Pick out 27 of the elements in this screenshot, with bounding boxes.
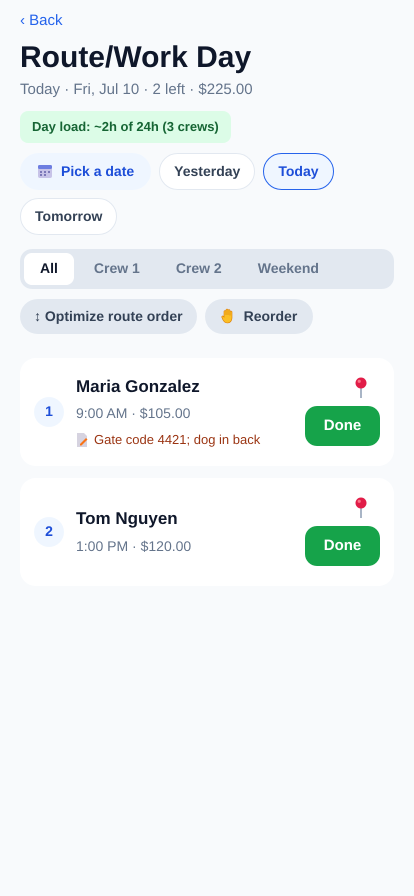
day-button[interactable]: Today xyxy=(263,152,334,190)
crew-tab[interactable]: Crew 1 xyxy=(78,252,156,284)
customer-name: Maria Gonzalez xyxy=(76,376,201,398)
day-button[interactable]: Yesterday xyxy=(159,152,256,190)
customer-name: Tom Nguyen xyxy=(76,508,179,530)
done-button[interactable]: Done xyxy=(305,406,380,446)
pin-icon xyxy=(354,497,368,518)
optimize-route-button[interactable]: ↕ Optimize route order xyxy=(20,298,197,334)
date-picker-button[interactable]: Pick a date xyxy=(20,152,152,190)
day-load-badge: Day load: ~2h of 24h (3 crews) xyxy=(20,111,231,142)
stop-details: 9:00 AM · $105.00 xyxy=(76,404,192,423)
calendar-icon xyxy=(37,163,53,179)
pin-icon xyxy=(354,377,368,398)
back-link[interactable]: ‹ Back xyxy=(20,10,63,32)
stop-number: 1 xyxy=(34,396,64,426)
crew-tab[interactable]: Crew 2 xyxy=(160,252,238,284)
day-button[interactable]: Tomorrow xyxy=(20,198,118,234)
reorder-button[interactable]: Reorder xyxy=(204,298,314,334)
crew-tab[interactable]: All xyxy=(24,252,74,284)
stop-number: 2 xyxy=(34,516,64,546)
page-title: Route/Work Day xyxy=(20,40,252,76)
stop-note: Gate code 4421; dog in back xyxy=(94,431,260,449)
memo-icon xyxy=(76,432,88,447)
day-summary: Today · Fri, Jul 10 · 2 left · $225.00 xyxy=(20,80,253,100)
stop-details: 1:00 PM · $120.00 xyxy=(76,536,192,556)
done-button[interactable]: Done xyxy=(305,526,380,566)
crew-tab[interactable]: Weekend xyxy=(242,252,335,284)
